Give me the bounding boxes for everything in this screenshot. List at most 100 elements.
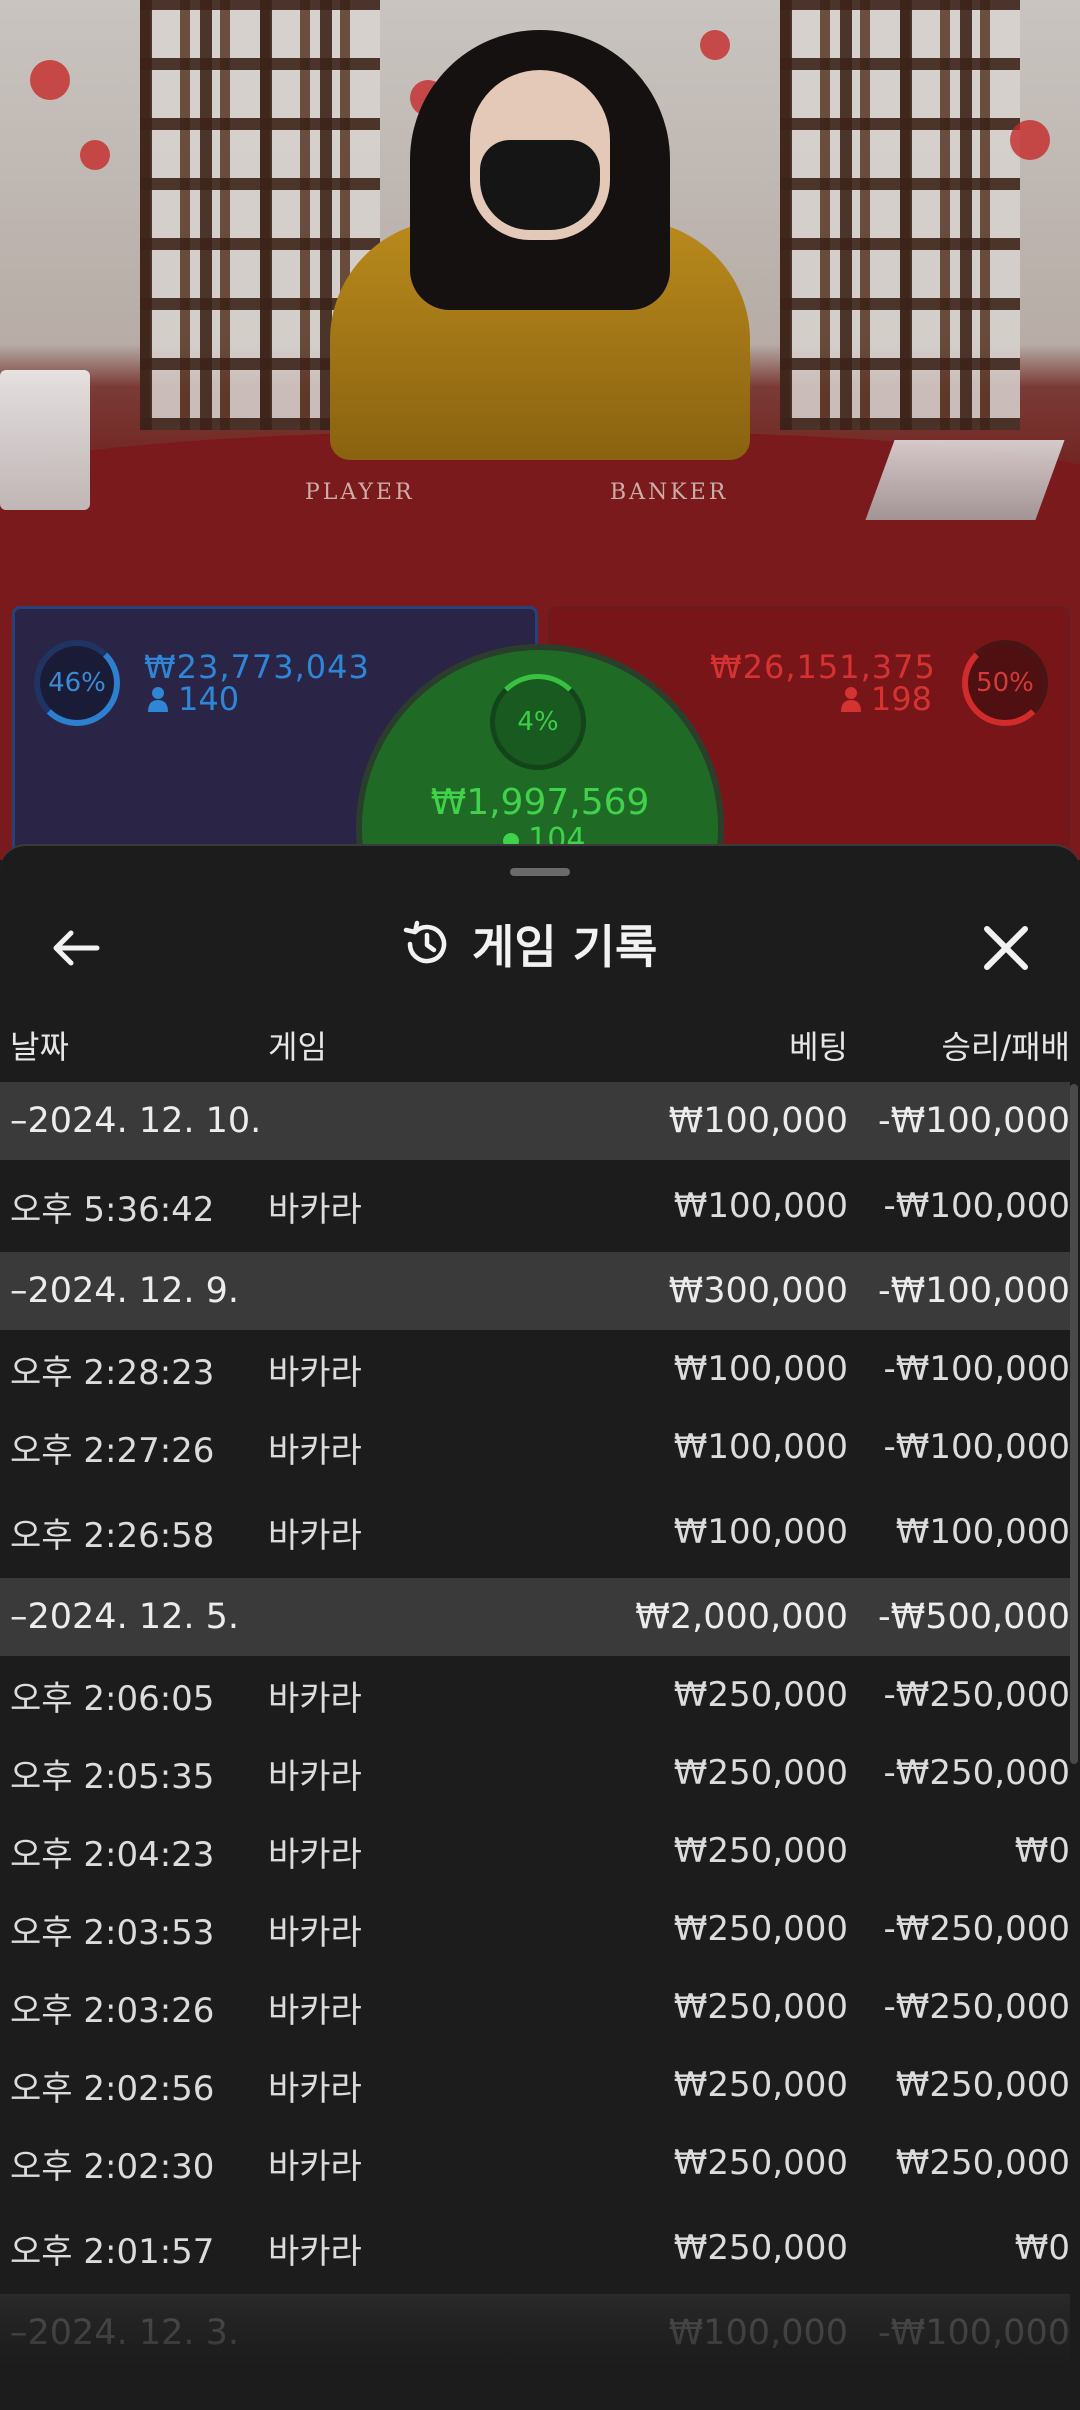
time-label: 오후 2:27:26 — [10, 1430, 215, 1471]
bet-amount: ₩250,000 — [673, 1987, 848, 2027]
date-group-row[interactable]: –2024. 12. 3. ₩100,000 -₩100,000 — [0, 2294, 1070, 2372]
bet-amount: ₩100,000 — [673, 1349, 848, 1389]
player-count-value: 140 — [178, 680, 240, 718]
blossom-decoration — [30, 60, 70, 100]
sheet-title-text: 게임 기록 — [472, 920, 658, 974]
bet-amount: ₩2,000,000 — [635, 1597, 848, 1637]
game-record-row: 오후 5:36:42 바카라 ₩100,000 -₩100,000 — [0, 1160, 1070, 1252]
win-loss-amount: -₩250,000 — [883, 1753, 1071, 1793]
win-loss-amount: -₩100,000 — [878, 1101, 1070, 1141]
date-group-row[interactable]: –2024. 12. 5. ₩2,000,000 -₩500,000 — [0, 1578, 1070, 1656]
sheet-drag-handle[interactable] — [510, 868, 570, 876]
game-record-row: 오후 2:02:30 바카라 ₩250,000 ₩250,000 — [0, 2124, 1070, 2202]
tie-bet-amount: ₩1,997,569 — [430, 782, 650, 823]
game-name: 바카라 — [268, 1834, 362, 1875]
column-header-bet: 베팅 — [789, 1028, 848, 1066]
bet-amount: ₩250,000 — [673, 2143, 848, 2183]
win-loss-amount: ₩250,000 — [895, 2143, 1070, 2183]
time-label: 오후 2:28:23 — [10, 1352, 215, 1393]
game-name: 바카라 — [268, 2146, 362, 2187]
column-header-date: 날짜 — [10, 1028, 69, 1066]
game-record-row: 오후 2:03:26 바카라 ₩250,000 -₩250,000 — [0, 1968, 1070, 2046]
sheet-title: 게임 기록 — [400, 904, 657, 984]
win-loss-amount: -₩250,000 — [883, 1909, 1071, 1949]
time-label: 오후 2:02:56 — [10, 2068, 215, 2109]
arrow-left-icon — [53, 930, 100, 966]
close-icon — [984, 926, 1028, 970]
felt-player-label: PLAYER — [305, 480, 415, 505]
win-loss-amount: -₩100,000 — [878, 2313, 1070, 2353]
time-label: 오후 2:06:05 — [10, 1678, 215, 1719]
game-history-sheet: 게임 기록 날짜 게임 베팅 승리/패배 –2024. 12. 10. ₩100,… — [0, 844, 1080, 2410]
game-record-row: 오후 2:02:56 바카라 ₩250,000 ₩250,000 — [0, 2046, 1070, 2124]
time-label: 오후 2:26:58 — [10, 1515, 215, 1556]
player-bettor-count: 140 — [148, 680, 239, 718]
time-label: 오후 5:36:42 — [10, 1189, 215, 1230]
tie-percent: 4% — [517, 707, 559, 737]
win-loss-amount: -₩500,000 — [878, 1597, 1070, 1637]
person-icon — [148, 687, 168, 712]
game-name: 바카라 — [268, 1352, 362, 1393]
bet-amount: ₩100,000 — [673, 1512, 848, 1552]
date-label: –2024. 12. 9. — [10, 1271, 240, 1311]
win-loss-amount: ₩100,000 — [895, 1512, 1070, 1552]
bet-amount: ₩100,000 — [673, 1427, 848, 1467]
blossom-decoration — [700, 30, 730, 60]
card-shoe — [0, 370, 90, 510]
game-name: 바카라 — [268, 1515, 362, 1556]
person-icon — [840, 687, 861, 712]
bet-amount: ₩250,000 — [673, 1909, 848, 1949]
win-loss-amount: ₩0 — [1014, 1831, 1070, 1871]
time-label: 오후 2:01:57 — [10, 2231, 215, 2272]
bet-amount: ₩100,000 — [673, 1186, 848, 1226]
win-loss-amount: -₩250,000 — [883, 1987, 1071, 2027]
tie-percent-ring: 4% — [490, 674, 586, 770]
game-name: 바카라 — [268, 1189, 362, 1230]
bet-amount: ₩100,000 — [668, 2313, 848, 2353]
bet-amount: ₩250,000 — [673, 1675, 848, 1715]
date-label: –2024. 12. 3. — [10, 2313, 240, 2353]
date-label: –2024. 12. 5. — [10, 1597, 240, 1637]
bet-amount: ₩300,000 — [668, 1271, 848, 1311]
dealer-mask — [480, 140, 600, 230]
game-record-row: 오후 2:03:53 바카라 ₩250,000 -₩250,000 — [0, 1890, 1070, 1968]
back-button[interactable] — [36, 908, 116, 988]
game-record-row: 오후 2:04:23 바카라 ₩250,000 ₩0 — [0, 1812, 1070, 1890]
banker-percent-ring: 50% — [962, 640, 1048, 726]
banker-bettor-count: 198 — [820, 680, 932, 718]
close-button[interactable] — [966, 908, 1046, 988]
player-percent-ring: 46% — [34, 640, 120, 726]
win-loss-amount: -₩100,000 — [883, 1427, 1071, 1467]
game-name: 바카라 — [268, 1990, 362, 2031]
game-name: 바카라 — [268, 1756, 362, 1797]
bet-amount: ₩250,000 — [673, 2065, 848, 2105]
player-percent: 46% — [48, 668, 106, 698]
time-label: 오후 2:04:23 — [10, 1834, 215, 1875]
history-list[interactable]: –2024. 12. 10. ₩100,000 -₩100,000 오후 5:36:4… — [0, 1082, 1070, 2372]
history-icon — [403, 920, 447, 964]
win-loss-amount: -₩250,000 — [883, 1675, 1071, 1715]
win-loss-amount: ₩250,000 — [895, 2065, 1070, 2105]
column-header-result: 승리/패배 — [941, 1028, 1070, 1066]
game-name: 바카라 — [268, 2231, 362, 2272]
column-header-game: 게임 — [268, 1028, 327, 1066]
game-record-row: 오후 2:05:35 바카라 ₩250,000 -₩250,000 — [0, 1734, 1070, 1812]
date-group-row[interactable]: –2024. 12. 10. ₩100,000 -₩100,000 — [0, 1082, 1070, 1160]
date-group-row[interactable]: –2024. 12. 9. ₩300,000 -₩100,000 — [0, 1252, 1070, 1330]
time-label: 오후 2:03:53 — [10, 1912, 215, 1953]
win-loss-amount: -₩100,000 — [878, 1271, 1070, 1311]
win-loss-amount: ₩0 — [1014, 2228, 1070, 2268]
game-record-row: 오후 2:28:23 바카라 ₩100,000 -₩100,000 — [0, 1330, 1070, 1408]
game-name: 바카라 — [268, 1430, 362, 1471]
scrollbar[interactable] — [1070, 1084, 1078, 1764]
win-loss-amount: -₩100,000 — [883, 1349, 1071, 1389]
felt-banker-label: BANKER — [610, 480, 729, 505]
win-loss-amount: -₩100,000 — [883, 1186, 1071, 1226]
bet-amount: ₩250,000 — [673, 1831, 848, 1871]
banker-percent: 50% — [976, 668, 1034, 698]
banker-count-value: 198 — [870, 680, 932, 718]
blossom-decoration — [1010, 120, 1050, 160]
card-tray — [865, 440, 1065, 520]
game-record-row: 오후 2:06:05 바카라 ₩250,000 -₩250,000 — [0, 1656, 1070, 1734]
bet-amount: ₩250,000 — [673, 1753, 848, 1793]
